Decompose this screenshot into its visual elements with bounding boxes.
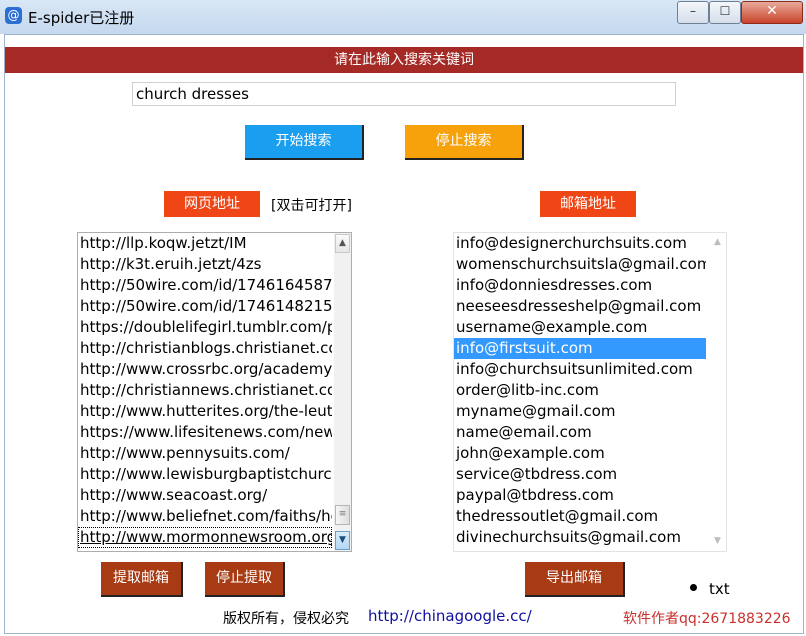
email-list[interactable]: info@designerchurchsuits.com womenschurch… — [453, 232, 727, 552]
scroll-up-arrow-icon[interactable]: ▲ — [335, 234, 350, 253]
search-banner: 请在此输入搜索关键词 — [5, 47, 803, 73]
url-list-item[interactable]: http://50wire.com/id/1746148215 — [78, 296, 332, 317]
email-list-item[interactable]: myname@gmail.com — [454, 401, 706, 422]
close-button[interactable]: ✕ — [741, 1, 803, 24]
txt-radio[interactable] — [688, 582, 700, 594]
email-list-item[interactable]: thedressoutlet@gmail.com — [454, 506, 706, 527]
window-title: E-spider已注册 — [28, 9, 135, 27]
email-list-item[interactable]: paypal@tbdress.com — [454, 485, 706, 506]
scroll-down-arrow-icon[interactable]: ▼ — [335, 531, 350, 550]
url-list-scrollbar[interactable]: ▲ ≡ ▼ — [334, 233, 351, 551]
scroll-down-arrow-icon[interactable]: ▼ — [710, 533, 725, 550]
email-list-item[interactable]: info@firstsuit.com — [454, 338, 706, 359]
url-list-item[interactable]: http://www.beliefnet.com/faiths/he — [78, 506, 332, 527]
url-list-item[interactable]: http://christiannews.christianet.cor — [78, 380, 332, 401]
main-panel: 请在此输入搜索关键词 开始搜索 停止搜索 网页地址 [双击可打开] 邮箱地址 h… — [4, 34, 804, 634]
url-list-item[interactable]: http://www.seacoast.org/ — [78, 485, 332, 506]
email-list-item[interactable]: info@designerchurchsuits.com — [454, 233, 706, 254]
extract-email-button[interactable]: 提取邮箱 — [101, 562, 183, 597]
website-link[interactable]: http://chinagoogle.cc/ — [368, 607, 532, 625]
email-list-item[interactable]: info@donniesdresses.com — [454, 275, 706, 296]
double-click-hint: [双击可打开] — [271, 198, 352, 214]
email-list-item[interactable]: order@litb-inc.com — [454, 380, 706, 401]
url-list-item[interactable]: https://www.lifesitenews.com/new — [78, 422, 332, 443]
radio-dot-icon — [690, 584, 697, 591]
maximize-button[interactable]: ☐ — [709, 1, 741, 24]
title-bar: @ E-spider已注册 – ☐ ✕ — [0, 0, 806, 34]
maximize-icon: ☐ — [719, 4, 731, 18]
email-list-item[interactable]: info@churchsuitsunlimited.com — [454, 359, 706, 380]
txt-radio-label: txt — [709, 580, 730, 598]
scroll-up-arrow-icon[interactable]: ▲ — [710, 234, 725, 251]
url-list-item[interactable]: http://www.crossrbc.org/academy — [78, 359, 332, 380]
url-list-item[interactable]: http://christianblogs.christianet.co — [78, 338, 332, 359]
url-list-item[interactable]: http://www.hutterites.org/the-leut — [78, 401, 332, 422]
url-list-item[interactable]: http://www.lewisburgbaptistchurch — [78, 464, 332, 485]
minimize-button[interactable]: – — [677, 1, 709, 24]
url-list-label: 网页地址 — [164, 191, 260, 217]
url-list-item[interactable]: https://doublelifegirl.tumblr.com/p — [78, 317, 332, 338]
url-list-item[interactable]: http://50wire.com/id/1746164587 — [78, 275, 332, 296]
url-list-item[interactable]: http://www.mormonnewsroom.org — [78, 527, 332, 548]
email-list-label: 邮箱地址 — [540, 191, 636, 217]
url-list-item[interactable]: http://www.pennysuits.com/ — [78, 443, 332, 464]
close-icon: ✕ — [766, 3, 778, 19]
scroll-thumb[interactable]: ≡ — [335, 505, 350, 525]
search-input[interactable] — [132, 82, 676, 106]
email-list-item[interactable]: username@example.com — [454, 317, 706, 338]
url-list[interactable]: http://llp.koqw.jetzt/IM http://k3t.eruih… — [77, 232, 352, 552]
at-sign-icon: @ — [5, 7, 22, 24]
stop-search-button[interactable]: 停止搜索 — [405, 125, 524, 160]
email-list-item[interactable]: name@email.com — [454, 422, 706, 443]
export-email-button[interactable]: 导出邮箱 — [525, 562, 625, 597]
url-list-item[interactable]: http://k3t.eruih.jetzt/4zs — [78, 254, 332, 275]
email-list-item[interactable]: service@tbdress.com — [454, 464, 706, 485]
minimize-icon: – — [690, 4, 696, 18]
copyright-text: 版权所有，侵权必究 — [223, 611, 349, 627]
url-list-item[interactable]: http://llp.koqw.jetzt/IM — [78, 233, 332, 254]
author-contact: 软件作者qq:2671883226 — [623, 611, 791, 627]
stop-extract-button[interactable]: 停止提取 — [205, 562, 285, 597]
email-list-item[interactable]: neeseesdresseshelp@gmail.com — [454, 296, 706, 317]
email-list-scrollbar[interactable]: ▲ ▼ — [709, 233, 726, 551]
email-list-item[interactable]: divinechurchsuits@gmail.com — [454, 527, 706, 548]
email-list-item[interactable]: womenschurchsuitsla@gmail.com — [454, 254, 706, 275]
email-list-item[interactable]: john@example.com — [454, 443, 706, 464]
start-search-button[interactable]: 开始搜索 — [245, 125, 364, 160]
